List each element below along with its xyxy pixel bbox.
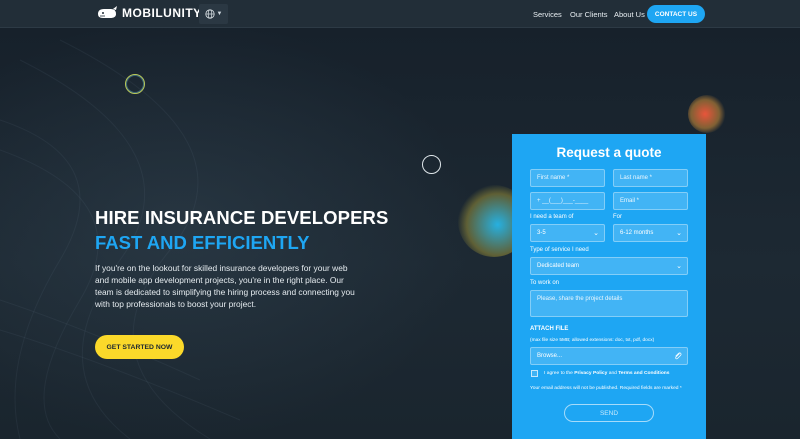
agree-and: and	[607, 371, 619, 376]
hero-title-line2: FAST AND EFFICIENTLY	[95, 232, 310, 253]
work-on-label: To work on	[530, 280, 560, 286]
globe-icon	[204, 9, 215, 19]
service-type-value: Dedicated team	[537, 263, 580, 269]
agree-text: I agree to the Privacy Policy and Terms …	[544, 371, 670, 376]
duration-select[interactable]: 6-12 months ⌄	[613, 224, 688, 242]
language-selector[interactable]: ▼	[199, 4, 228, 24]
nav-about-us[interactable]: About Us	[614, 10, 645, 19]
duration-value: 6-12 months	[620, 230, 654, 236]
service-type-select[interactable]: Dedicated team ⌄	[530, 257, 688, 275]
send-button[interactable]: SEND	[564, 404, 654, 422]
duration-label: For	[613, 214, 622, 220]
nav-services[interactable]: Services	[533, 10, 562, 19]
agree-checkbox[interactable]	[531, 370, 538, 377]
terms-link[interactable]: Terms and Conditions	[618, 371, 669, 376]
form-title: Request a quote	[556, 145, 662, 160]
service-type-label: Type of service I need	[530, 247, 589, 253]
team-size-select[interactable]: 3-5 ⌄	[530, 224, 605, 242]
contact-us-button[interactable]: CONTACT US	[647, 5, 705, 23]
phone-input[interactable]: + __(___)___-____	[530, 192, 605, 210]
team-size-value: 3-5	[537, 230, 546, 236]
chevron-down-icon: ⌄	[676, 263, 682, 270]
decor-ring-white	[422, 155, 441, 174]
privacy-policy-link[interactable]: Privacy Policy	[574, 371, 607, 376]
get-started-button[interactable]: GET STARTED NOW	[95, 335, 184, 359]
chevron-down-icon: ▼	[216, 11, 223, 17]
decor-ring-small	[125, 74, 145, 94]
email-input[interactable]: Email *	[613, 192, 688, 210]
quote-form: Request a quote First name * Last name *…	[512, 134, 706, 439]
logo[interactable]: MOBILUNITY	[96, 6, 202, 20]
agree-prefix: I agree to the	[544, 371, 575, 376]
paperclip-icon	[675, 352, 682, 360]
file-browse-input[interactable]: Browse...	[530, 347, 688, 365]
attach-file-note: (max file size 5MB; allowed extensions: …	[530, 338, 655, 343]
hero-title-line1: HIRE INSURANCE DEVELOPERS	[95, 207, 389, 228]
project-details-textarea[interactable]: Please, share the project details	[530, 290, 688, 317]
last-name-input[interactable]: Last name *	[613, 169, 688, 187]
top-header: MOBILUNITY ▼ Services Our Clients About …	[0, 0, 800, 28]
whale-logo-icon	[98, 6, 117, 18]
glow-orb-orange	[688, 95, 726, 133]
privacy-note: Your email address will not be published…	[530, 386, 682, 391]
logo-text: MOBILUNITY	[122, 6, 202, 20]
hero-description: If you're on the lookout for skilled ins…	[95, 263, 355, 309]
nav-our-clients[interactable]: Our Clients	[570, 10, 608, 19]
first-name-input[interactable]: First name *	[530, 169, 605, 187]
chevron-down-icon: ⌄	[593, 230, 599, 237]
attach-file-title: ATTACH FILE	[530, 326, 569, 332]
browse-placeholder: Browse...	[537, 353, 563, 359]
chevron-down-icon: ⌄	[676, 230, 682, 237]
team-size-label: I need a team of	[530, 214, 574, 220]
